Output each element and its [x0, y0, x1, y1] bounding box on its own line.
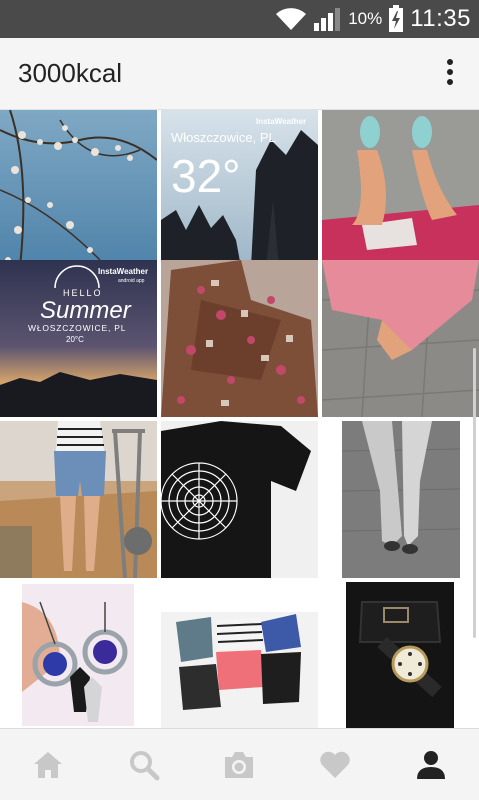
status-bar: 10% 11:35 [0, 0, 479, 38]
photo-tile-pink-skirt[interactable] [322, 260, 479, 417]
photo-tile-clothes-flatlay[interactable] [161, 582, 318, 728]
nav-camera-button[interactable] [192, 729, 288, 800]
photo-tile-crystal-necklace[interactable] [0, 582, 157, 728]
summer-title: Summer [40, 297, 132, 324]
summer-brand-sub: android app [118, 278, 145, 284]
camera-icon [225, 751, 254, 778]
battery-charging-icon [389, 5, 404, 32]
summer-brand: InstaWeather [98, 267, 148, 276]
weather-city: Włoszczowice, PL [171, 130, 276, 145]
battery-percent: 10% [348, 9, 383, 28]
status-right: 10% 11:35 [274, 0, 471, 38]
photo-tile-weather-32[interactable]: InstaWeather Włoszczowice, PL 32° [161, 110, 318, 267]
page-title: 3000kcal [18, 58, 123, 88]
photo-tile-mandala-shirt[interactable] [161, 421, 318, 578]
profile-icon [417, 750, 446, 779]
scrollbar-thumb[interactable] [473, 348, 476, 638]
search-icon [129, 750, 160, 780]
photo-tile-legs-shorts[interactable] [322, 110, 479, 267]
photo-tile-denim-shorts[interactable] [0, 421, 157, 578]
home-icon [33, 751, 62, 778]
signal-icon [314, 8, 341, 31]
nav-activity-button[interactable] [287, 729, 383, 800]
photo-tile-feet-bw[interactable] [322, 421, 479, 578]
summer-city: WŁOSZCZOWICE, PL [28, 323, 126, 333]
photo-tile-blossom[interactable] [0, 110, 157, 267]
wifi-icon [276, 8, 307, 30]
weather-temperature: 32° [171, 150, 241, 202]
photo-tile-summer[interactable]: InstaWeather android app HELLO Summer WŁ… [0, 260, 157, 417]
more-vertical-icon [447, 59, 453, 85]
bottom-nav [0, 728, 479, 800]
overflow-menu-button[interactable] [443, 58, 457, 88]
photo-grid: InstaWeather Włoszczowice, PL 32° InstaW… [0, 110, 479, 728]
nav-home-button[interactable] [0, 729, 96, 800]
summer-temp: 20°C [66, 335, 84, 344]
photo-tile-chocolate[interactable] [161, 260, 318, 417]
nav-profile-button[interactable] [383, 729, 479, 800]
weather-brand: InstaWeather [256, 117, 306, 126]
heart-icon [320, 751, 350, 778]
photo-tile-watch-bag[interactable] [322, 582, 479, 728]
clock: 11:35 [410, 5, 471, 32]
nav-search-button[interactable] [96, 729, 192, 800]
app-bar: 3000kcal [0, 38, 479, 110]
